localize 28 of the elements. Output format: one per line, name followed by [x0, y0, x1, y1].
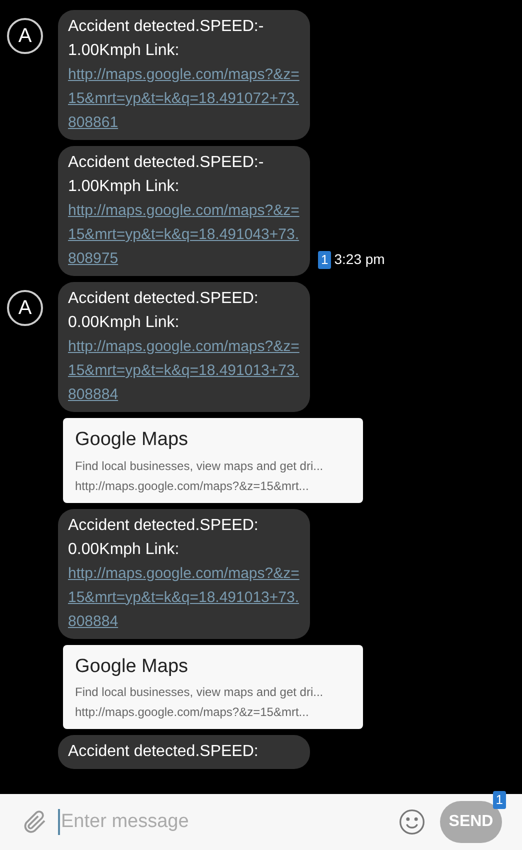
message-text: Accident detected.SPEED:- [68, 17, 264, 37]
avatar: A [7, 18, 43, 54]
message-time: 3:23 pm [334, 250, 385, 269]
message-text: 0.00Kmph Link: [68, 540, 180, 560]
message-text: 1.00Kmph Link: [68, 41, 180, 61]
message-text: Accident detected.SPEED: [68, 742, 258, 762]
link-preview-card[interactable]: Google Maps Find local businesses, view maps and get dri... http://maps.google.com/maps?&z=15&mrt... [63, 418, 363, 502]
message-text: Accident detected.SPEED: [68, 516, 258, 536]
message-text: 0.00Kmph Link: [68, 313, 180, 333]
message-text: Accident detected.SPEED: [68, 289, 258, 309]
link-preview-card[interactable]: Google Maps Find local businesses, view maps and get dri... http://maps.google.com/maps?&z=15&mrt... [63, 644, 363, 729]
preview-description: Find local businesses, view maps and get dri... [75, 684, 324, 701]
message-text: Accident detected.SPEED:- [68, 153, 264, 173]
preview-title: Google Maps [75, 654, 190, 678]
message-composer[interactable]: Enter message SEND 1 [0, 794, 522, 850]
message-link[interactable]: http://maps.google.com/maps?&z=15&mrt=yp&t=k&q=18.491013+73.808884 [68, 335, 300, 407]
message-link[interactable]: http://maps.google.com/maps?&z=15&mrt=yp&t=k&q=18.491013+73.808884 [68, 562, 300, 634]
avatar: A [7, 290, 43, 326]
preview-title: Google Maps [75, 428, 190, 452]
message-link[interactable]: http://maps.google.com/maps?&z=15&mrt=yp&t=k&q=18.491072+73.808861 [68, 63, 300, 135]
message-text: 1.00Kmph Link: [68, 177, 180, 197]
preview-url: http://maps.google.com/maps?&z=15&mrt... [75, 478, 310, 494]
sim-badge: 1 [318, 250, 332, 268]
smiley-icon[interactable] [398, 808, 426, 836]
preview-description: Find local businesses, view maps and get dri... [75, 458, 324, 474]
message-link[interactable]: http://maps.google.com/maps?&z=15&mrt=yp&t=k&q=18.491043+73.808975 [68, 199, 300, 271]
preview-url: http://maps.google.com/maps?&z=15&mrt... [75, 704, 310, 721]
sim-badge: 1 [492, 791, 506, 809]
